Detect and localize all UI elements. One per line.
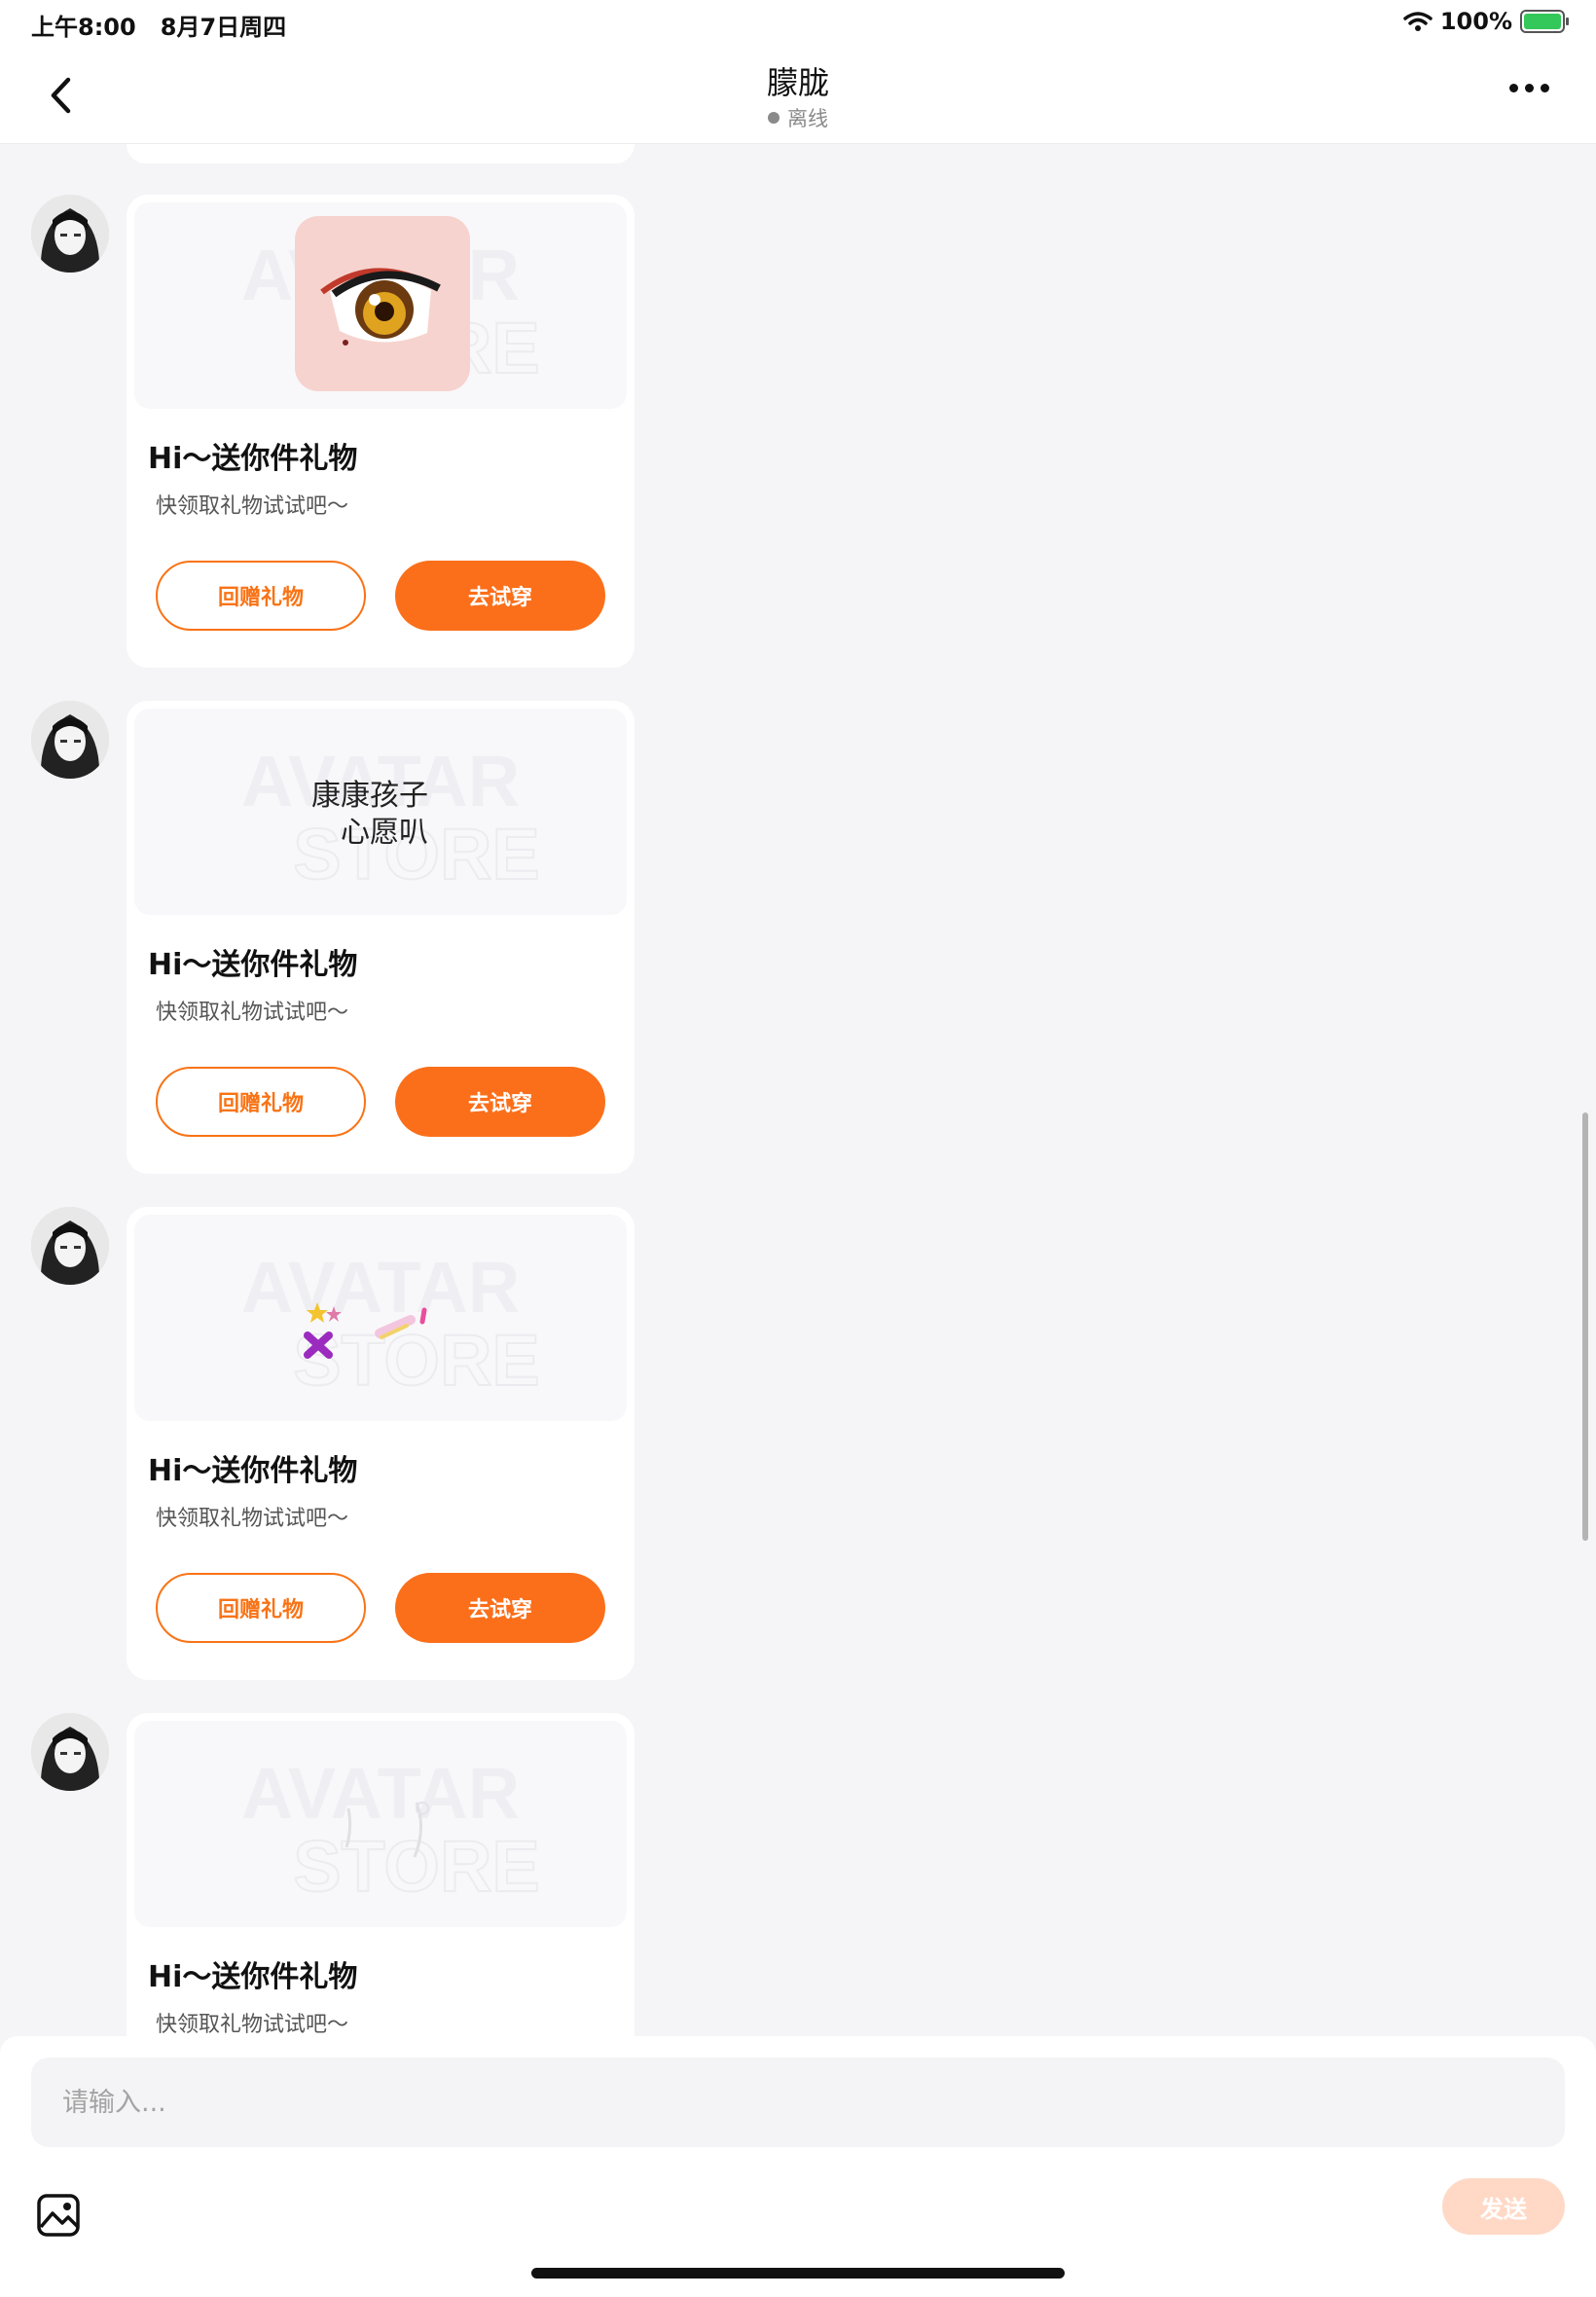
- try-on-button[interactable]: 去试穿: [395, 1067, 605, 1137]
- page-title: 朦胧: [766, 64, 829, 101]
- try-on-button[interactable]: 去试穿: [395, 561, 605, 631]
- online-status: 离线: [0, 103, 1596, 132]
- nav-bar: 朦胧 离线: [0, 47, 1596, 144]
- more-dots-icon: [1509, 84, 1518, 92]
- scrollbar[interactable]: [1582, 1112, 1588, 1541]
- gift-preview: AVATAR STORE: [134, 1721, 627, 1927]
- gift-card[interactable]: AVATAR STORE 康康孩子 心愿叭 Hi～送你件礼物 快领取礼物试试吧～…: [127, 701, 635, 1174]
- return-gift-button[interactable]: 回赠礼物: [156, 1573, 366, 1643]
- gift-desc: 快领取礼物试试吧～: [156, 494, 349, 519]
- gift-desc: 快领取礼物试试吧～: [156, 2013, 349, 2036]
- more-button[interactable]: [1509, 84, 1549, 92]
- try-on-button[interactable]: 去试穿: [395, 1573, 605, 1643]
- gift-message: AVATAR STORE Hi～送你件礼物 快领取礼物试试吧～ 回赠礼物: [0, 195, 1596, 668]
- image-button[interactable]: [35, 2192, 82, 2239]
- return-gift-button[interactable]: 回赠礼物: [156, 561, 366, 631]
- gift-message: AVATAR STORE Hi～送你件礼物 快领取礼物试试吧～ 回赠礼物 去试穿: [0, 1207, 1596, 1680]
- gift-message: AVATAR STORE Hi～送你件礼物 快领取礼物试试吧～: [0, 1713, 1596, 2036]
- gift-text-sticker-line2: 心愿叭: [341, 816, 428, 850]
- gift-desc: 快领取礼物试试吧～: [156, 1001, 349, 1025]
- gift-title: Hi～送你件礼物: [148, 948, 358, 982]
- battery-percent: 100%: [1439, 8, 1512, 35]
- message-input[interactable]: [31, 2058, 1565, 2147]
- status-bar: 上午8:00 8月7日周四 100%: [0, 0, 1596, 47]
- image-icon: [37, 2194, 80, 2237]
- gift-card[interactable]: AVATAR STORE Hi～送你件礼物 快领取礼物试试吧～: [127, 1713, 635, 2036]
- faint-sticker-icon: [345, 1802, 429, 1858]
- gift-desc: 快领取礼物试试吧～: [156, 1507, 349, 1531]
- avatar[interactable]: [31, 701, 109, 779]
- gift-card[interactable]: AVATAR STORE Hi～送你件礼物 快领取礼物试试吧～ 回赠礼物: [127, 195, 635, 668]
- eye-gift-icon: [295, 216, 470, 391]
- gift-title: Hi～送你件礼物: [148, 1960, 358, 1994]
- status-dot-icon: [768, 112, 780, 124]
- battery-icon: [1520, 10, 1569, 33]
- gift-preview: AVATAR STORE 康康孩子 心愿叭: [134, 709, 627, 915]
- avatar[interactable]: [31, 1713, 109, 1791]
- status-time: 上午8:00 8月7日周四: [31, 14, 287, 41]
- wifi-icon: [1403, 12, 1433, 31]
- status-right: 100%: [1403, 8, 1569, 35]
- gift-message: AVATAR STORE 康康孩子 心愿叭 Hi～送你件礼物 快领取礼物试试吧～…: [0, 701, 1596, 1174]
- return-gift-button[interactable]: 回赠礼物: [156, 1067, 366, 1137]
- input-area: 发送: [0, 2036, 1596, 2297]
- gift-title: Hi～送你件礼物: [148, 442, 358, 476]
- send-button[interactable]: 发送: [1442, 2178, 1565, 2235]
- status-label: 离线: [787, 107, 828, 130]
- avatar[interactable]: [31, 1207, 109, 1285]
- home-indicator: [531, 2268, 1065, 2279]
- avatar[interactable]: [31, 195, 109, 273]
- face-sticker-icon: [304, 1302, 427, 1359]
- gift-card[interactable]: AVATAR STORE Hi～送你件礼物 快领取礼物试试吧～ 回赠礼物 去试穿: [127, 1207, 635, 1680]
- gift-preview: AVATAR STORE: [134, 202, 627, 409]
- gift-preview: AVATAR STORE: [134, 1215, 627, 1421]
- gift-title: Hi～送你件礼物: [148, 1454, 358, 1488]
- chat-area[interactable]: AVATAR STORE Hi～送你件礼物 快领取礼物试试吧～ 回赠礼物: [0, 0, 1596, 2036]
